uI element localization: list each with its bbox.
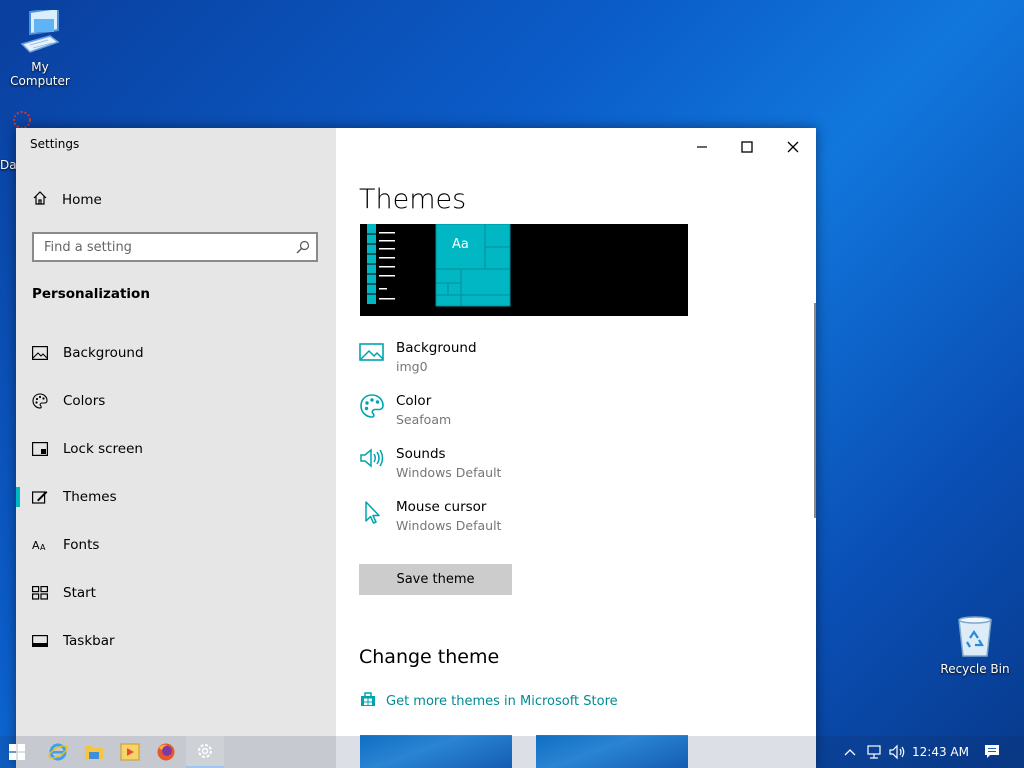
settings-icon [198, 744, 212, 758]
property-mouse-cursor[interactable]: Mouse cursor Windows Default [359, 499, 501, 533]
store-link-label: Get more themes in Microsoft Store [386, 693, 618, 709]
search-input[interactable] [34, 234, 294, 260]
property-value: Seafoam [396, 412, 452, 427]
svg-text:A: A [40, 543, 46, 552]
property-sounds[interactable]: Sounds Windows Default [359, 446, 501, 480]
close-button[interactable] [770, 133, 816, 161]
store-icon [359, 690, 377, 712]
sidebar-item-taskbar[interactable]: Taskbar [16, 621, 336, 661]
fonts-icon: AA [32, 537, 48, 553]
sidebar-item-label: Themes [63, 489, 117, 505]
close-icon [787, 141, 799, 153]
preview-tile-text: Aa [452, 237, 469, 252]
internet-explorer-icon [48, 743, 68, 761]
firefox-icon [157, 743, 175, 761]
sidebar-item-label: Start [63, 585, 96, 601]
property-background[interactable]: Background img0 [359, 340, 477, 374]
taskbar: 12:43 AM [0, 736, 1024, 768]
sidebar-item-colors[interactable]: Colors [16, 381, 336, 421]
settings-window: Settings Home Personalization Background… [16, 128, 816, 768]
palette-icon [359, 393, 385, 427]
property-label: Background [396, 340, 477, 356]
media-player-icon [120, 743, 140, 761]
store-link[interactable]: Get more themes in Microsoft Store [359, 690, 618, 712]
tray-chevron[interactable] [840, 736, 860, 768]
property-value: img0 [396, 359, 428, 374]
main-content: Themes Aa Background img0 Color Seafoam [336, 128, 816, 768]
property-label: Sounds [396, 446, 446, 462]
lock-screen-icon [32, 441, 48, 457]
palette-icon [32, 393, 48, 409]
taskbar-icon [32, 633, 48, 649]
window-title: Settings [30, 137, 80, 151]
change-theme-heading: Change theme [359, 646, 500, 668]
action-center-button[interactable] [980, 736, 1004, 768]
sidebar-item-lock-screen[interactable]: Lock screen [16, 429, 336, 469]
taskbar-app-firefox[interactable] [150, 736, 182, 768]
search-box[interactable] [32, 232, 318, 262]
sidebar: Settings Home Personalization Background… [16, 128, 336, 768]
page-title: Themes [359, 184, 467, 215]
minimize-icon [697, 146, 707, 148]
maximize-icon [741, 141, 753, 153]
picture-icon [359, 340, 385, 374]
themes-icon [32, 489, 48, 505]
taskbar-app-media-player[interactable] [114, 736, 146, 768]
taskbar-clock[interactable]: 12:43 AM [912, 745, 969, 759]
computer-icon [16, 6, 64, 58]
sidebar-item-start[interactable]: Start [16, 573, 336, 613]
recycle-bin-icon [951, 612, 999, 660]
picture-icon [32, 345, 48, 361]
desktop-icon-recycle-bin[interactable]: Recycle Bin [935, 612, 1015, 676]
notification-icon [985, 745, 999, 758]
sidebar-item-label: Taskbar [63, 633, 115, 649]
windows-logo-icon [9, 744, 25, 760]
sidebar-item-label: Colors [63, 393, 106, 409]
save-theme-button[interactable]: Save theme [359, 564, 512, 595]
taskbar-app-file-explorer[interactable] [78, 736, 110, 768]
nav-home[interactable]: Home [32, 190, 102, 210]
property-value: Windows Default [396, 518, 502, 533]
nav-home-label: Home [62, 192, 102, 208]
home-icon [32, 190, 48, 210]
sidebar-item-fonts[interactable]: AA Fonts [16, 525, 336, 565]
start-button[interactable] [0, 736, 34, 768]
recycle-bin-label: Recycle Bin [940, 662, 1010, 676]
search-icon[interactable] [296, 240, 310, 258]
sidebar-item-themes[interactable]: Themes [16, 477, 336, 517]
maximize-button[interactable] [724, 133, 770, 161]
desktop-icon-my-computer[interactable]: My Computer [0, 6, 80, 88]
volume-icon [889, 744, 905, 760]
sidebar-item-background[interactable]: Background [16, 333, 336, 373]
my-computer-label: My Computer [10, 60, 70, 88]
property-color[interactable]: Color Seafoam [359, 393, 451, 427]
section-title: Personalization [32, 286, 150, 302]
sidebar-item-label: Background [63, 345, 144, 361]
property-value: Windows Default [396, 465, 502, 480]
svg-text:A: A [32, 539, 40, 552]
start-icon [32, 585, 48, 601]
theme-preview: Aa [360, 224, 688, 316]
network-icon [867, 745, 881, 759]
sidebar-item-label: Lock screen [63, 441, 143, 457]
scrollbar[interactable] [814, 303, 816, 518]
cursor-icon [359, 499, 385, 533]
file-explorer-icon [85, 746, 103, 759]
property-label: Mouse cursor [396, 499, 487, 515]
app-icon [0, 108, 40, 129]
tray-network[interactable] [863, 736, 885, 768]
sidebar-item-label: Fonts [63, 537, 100, 553]
speaker-icon [359, 446, 385, 480]
taskbar-app-settings[interactable] [186, 736, 224, 768]
property-label: Color [396, 393, 432, 409]
tray-volume[interactable] [887, 736, 909, 768]
taskbar-app-internet-explorer[interactable] [42, 736, 74, 768]
chevron-up-icon [844, 749, 856, 756]
minimize-button[interactable] [679, 133, 725, 161]
